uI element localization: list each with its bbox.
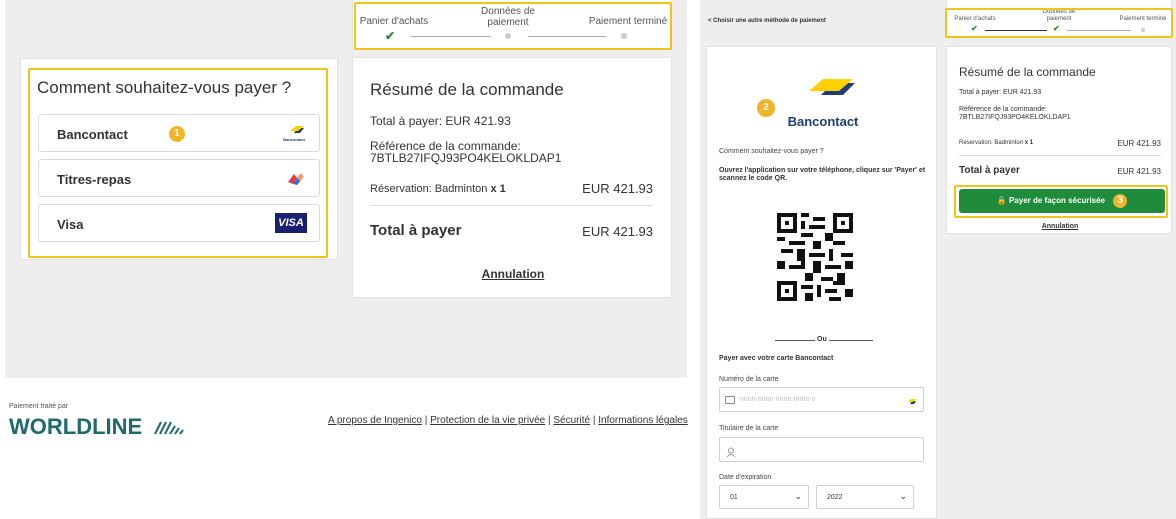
expiry-month-value: 01 bbox=[730, 494, 738, 501]
link-about-ingenico[interactable]: A propos de Ingenico bbox=[328, 415, 422, 426]
summary-total-line: Total à payer: EUR 421.93 bbox=[959, 89, 1042, 96]
back-link[interactable]: < Choisir une autre méthode de paiement bbox=[708, 18, 826, 24]
expiry-month-select[interactable]: 01 ⌄ bbox=[719, 485, 809, 509]
user-icon bbox=[726, 445, 736, 463]
order-reference-value: 7BTLB27IFQJ93PO4KELOKLDAP1 bbox=[370, 151, 562, 165]
reservation-line: Réservation: Badminton x 1 bbox=[370, 183, 506, 195]
total-label: Total à payer bbox=[370, 222, 462, 239]
reservation-qty: x 1 bbox=[490, 183, 506, 195]
summary-title: Résumé de la commande bbox=[959, 65, 1096, 79]
bancontact-name: Bancontact bbox=[787, 114, 859, 129]
bancontact-logo-icon bbox=[903, 395, 917, 413]
link-legal[interactable]: Informations légales bbox=[598, 415, 688, 426]
footer-links: A propos de Ingenico | Protection de la … bbox=[328, 415, 688, 426]
chevron-down-icon: ⌄ bbox=[899, 491, 907, 501]
order-reference-value: 7BTLB27IFQJ93PO4KELOKLDAP1 bbox=[959, 114, 1071, 121]
order-summary-card: Résumé de la commande Total à payer: EUR… bbox=[352, 57, 672, 298]
card-pay-title: Payer avec votre carte Bancontact bbox=[719, 355, 834, 362]
card-number-placeholder: nnnn-nnnn-nnnn-nnnn-n bbox=[740, 396, 816, 403]
link-security[interactable]: Sécurité bbox=[553, 415, 590, 426]
or-label: Ou bbox=[817, 336, 827, 343]
card-number-label: Numéro de la carte bbox=[719, 376, 779, 383]
link-separator: | bbox=[592, 415, 596, 426]
highlight-pay-button bbox=[954, 185, 1168, 218]
card-number-input[interactable]: nnnn-nnnn-nnnn-nnnn-n bbox=[719, 387, 924, 412]
bancontact-logo-icon: Bancontact bbox=[787, 77, 859, 129]
processed-by-label: Paiement traité par bbox=[9, 403, 69, 410]
reservation-label: Réservation: Badminton bbox=[370, 183, 488, 195]
bancontact-card: 2 Bancontact Comment souhaitez-vous paye… bbox=[706, 46, 937, 519]
highlight-steps-right bbox=[945, 8, 1173, 38]
step-badge-2: 2 bbox=[757, 99, 775, 117]
reservation-label: Réservation: Badminton bbox=[959, 140, 1024, 146]
reservation-amount: EUR 421.93 bbox=[582, 181, 653, 196]
reservation-qty: x 1 bbox=[1024, 140, 1034, 146]
reservation-amount: EUR 421.93 bbox=[1117, 139, 1161, 148]
order-reference-label: Référence de la commande: bbox=[959, 106, 1047, 113]
worldline-waves-icon bbox=[153, 418, 189, 441]
expiry-label: Date d'expiration bbox=[719, 474, 772, 481]
cancel-link[interactable]: Annulation bbox=[947, 223, 1173, 230]
expiry-year-select[interactable]: 2022 ⌄ bbox=[816, 485, 914, 509]
highlight-payment-options bbox=[28, 68, 328, 258]
link-separator: | bbox=[548, 415, 551, 426]
or-divider-left bbox=[775, 340, 815, 341]
divider bbox=[959, 155, 1161, 156]
qr-instructions: Ouvrez l'application sur votre téléphone… bbox=[719, 167, 926, 182]
left-screen: Panier d'achats Données de paiement Paie… bbox=[0, 0, 690, 519]
summary-total-line: Total à payer: EUR 421.93 bbox=[370, 114, 511, 128]
link-separator: | bbox=[424, 415, 428, 426]
qr-code bbox=[777, 213, 853, 303]
expiry-year-value: 2022 bbox=[827, 494, 843, 501]
worldline-logo: WORLDLINE bbox=[9, 414, 189, 441]
total-label: Total à payer bbox=[959, 165, 1020, 176]
chevron-down-icon: ⌄ bbox=[794, 491, 802, 501]
or-divider-right bbox=[829, 340, 873, 341]
summary-title: Résumé de la commande bbox=[370, 80, 564, 99]
cancel-link[interactable]: Annulation bbox=[353, 267, 673, 281]
link-privacy[interactable]: Protection de la vie privée bbox=[430, 415, 545, 426]
reservation-line: Réservation: Badminton x 1 bbox=[959, 140, 1033, 146]
card-holder-label: Titulaire de la carte bbox=[719, 425, 779, 432]
highlight-steps bbox=[354, 2, 672, 50]
card-holder-input[interactable] bbox=[719, 437, 924, 462]
total-amount: EUR 421.93 bbox=[1117, 167, 1161, 176]
card-icon bbox=[725, 396, 735, 404]
payment-question: Comment souhaitez-vous payer ? bbox=[719, 148, 824, 155]
worldline-brand: WORLDLINE bbox=[9, 414, 143, 439]
total-amount: EUR 421.93 bbox=[582, 224, 653, 239]
divider bbox=[370, 205, 653, 206]
